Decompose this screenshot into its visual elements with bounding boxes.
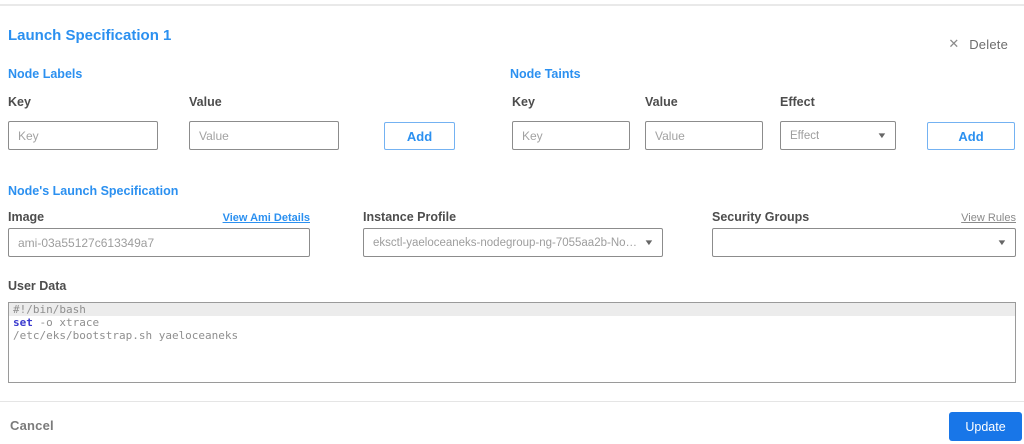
top-divider	[0, 4, 1024, 6]
close-icon: ✕	[948, 36, 960, 51]
instance-profile-value: eksctl-yaeloceaneks-nodegroup-ng-7055aa2…	[373, 236, 640, 249]
launch-spec-section-title: Node's Launch Specification	[8, 184, 179, 198]
code-line-1: #!/bin/bash	[9, 303, 1015, 316]
view-ami-details-link[interactable]: View Ami Details	[223, 212, 310, 224]
node-labels-value-label: Value	[189, 95, 222, 109]
node-taints-key-label: Key	[512, 95, 535, 109]
node-labels-key-input[interactable]	[8, 121, 158, 150]
delete-label: Delete	[969, 36, 1008, 52]
chevron-down-icon: ▼	[876, 131, 888, 140]
node-labels-value-input[interactable]	[189, 121, 339, 150]
footer-divider	[0, 401, 1024, 402]
user-data-editor[interactable]: #!/bin/bash set -o xtrace /etc/eks/boots…	[8, 302, 1016, 383]
user-data-label: User Data	[8, 279, 67, 293]
node-taints-key-input[interactable]	[512, 121, 630, 150]
image-label: Image	[8, 210, 45, 224]
instance-profile-label: Instance Profile	[363, 210, 457, 224]
view-rules-link[interactable]: View Rules	[961, 212, 1016, 224]
instance-profile-select[interactable]: eksctl-yaeloceaneks-nodegroup-ng-7055aa2…	[363, 228, 663, 257]
security-groups-label: Security Groups	[712, 210, 810, 224]
chevron-down-icon: ▼	[996, 238, 1008, 247]
delete-button[interactable]: ✕ Delete	[948, 36, 1008, 52]
cancel-button[interactable]: Cancel	[10, 418, 54, 433]
effect-placeholder: Effect	[790, 129, 820, 142]
node-labels-section-title: Node Labels	[8, 67, 83, 81]
node-taints-effect-label: Effect	[780, 95, 815, 109]
node-taints-effect-select[interactable]: Effect ▼	[780, 121, 896, 150]
node-labels-key-label: Key	[8, 95, 31, 109]
node-taints-section-title: Node Taints	[510, 67, 581, 81]
security-groups-select[interactable]: ▼	[712, 228, 1016, 257]
code-line-3: /etc/eks/bootstrap.sh yaeloceaneks	[13, 329, 239, 342]
page-title: Launch Specification 1	[8, 27, 172, 44]
node-taints-value-input[interactable]	[645, 121, 763, 150]
node-taints-add-button[interactable]: Add	[927, 122, 1015, 150]
node-taints-value-label: Value	[645, 95, 678, 109]
code-line-2: set -o xtrace	[13, 316, 100, 329]
image-input[interactable]	[8, 228, 310, 257]
update-button[interactable]: Update	[949, 412, 1022, 441]
chevron-down-icon: ▼	[643, 238, 655, 247]
node-labels-add-button[interactable]: Add	[384, 122, 455, 150]
